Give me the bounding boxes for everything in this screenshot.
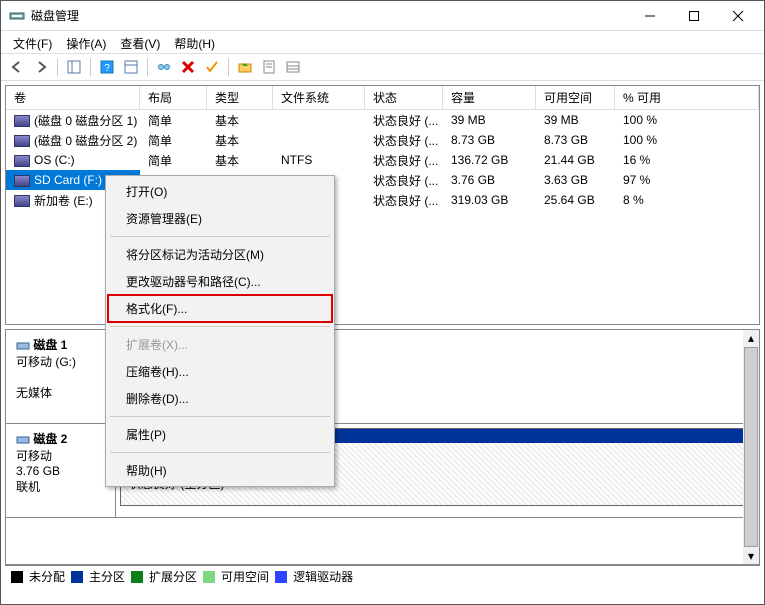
menu-file[interactable]: 文件(F) — [7, 33, 58, 51]
app-icon — [9, 8, 25, 24]
context-menu: 打开(O)资源管理器(E) 将分区标记为活动分区(M)更改驱动器号和路径(C)..… — [105, 175, 335, 487]
menu-action[interactable]: 操作(A) — [60, 33, 112, 51]
settings-icon[interactable] — [152, 56, 176, 78]
col-fs[interactable]: 文件系统 — [273, 86, 365, 109]
context-menu-item[interactable]: 更改驱动器号和路径(C)... — [108, 268, 332, 295]
menu-help[interactable]: 帮助(H) — [168, 33, 221, 51]
volume-icon — [14, 175, 30, 187]
legend-label: 可用空间 — [221, 568, 269, 585]
col-status[interactable]: 状态 — [365, 86, 443, 109]
context-menu-item[interactable]: 打开(O) — [108, 178, 332, 205]
legend-label: 逻辑驱动器 — [293, 568, 353, 585]
check-icon[interactable] — [200, 56, 224, 78]
delete-icon[interactable] — [176, 56, 200, 78]
window-title: 磁盘管理 — [31, 7, 628, 24]
legend-swatch — [275, 571, 287, 583]
scroll-up-icon[interactable]: ▴ — [743, 330, 759, 346]
list-icon[interactable] — [281, 56, 305, 78]
context-menu-item[interactable]: 帮助(H) — [108, 457, 332, 484]
volume-icon — [14, 155, 30, 167]
legend-swatch — [203, 571, 215, 583]
context-menu-item[interactable]: 删除卷(D)... — [108, 385, 332, 412]
disk-info: 磁盘 1可移动 (G:)无媒体 — [6, 330, 116, 423]
col-pct[interactable]: % 可用 — [615, 86, 759, 109]
back-icon[interactable] — [5, 56, 29, 78]
menu-bar: 文件(F) 操作(A) 查看(V) 帮助(H) — [1, 31, 764, 53]
volume-icon — [14, 135, 30, 147]
col-type[interactable]: 类型 — [207, 86, 273, 109]
context-menu-item: 扩展卷(X)... — [108, 331, 332, 358]
legend-swatch — [71, 571, 83, 583]
legend-label: 主分区 — [89, 568, 125, 585]
svg-text:?: ? — [104, 63, 110, 74]
context-menu-item[interactable]: 属性(P) — [108, 421, 332, 448]
table-row[interactable]: (磁盘 0 磁盘分区 2)简单基本状态良好 (...8.73 GB8.73 GB… — [6, 130, 759, 150]
legend-swatch — [131, 571, 143, 583]
scroll-thumb[interactable] — [744, 347, 758, 547]
legend-label: 未分配 — [29, 568, 65, 585]
context-menu-item[interactable]: 将分区标记为活动分区(M) — [108, 241, 332, 268]
menu-view[interactable]: 查看(V) — [114, 33, 166, 51]
title-bar: 磁盘管理 — [1, 1, 764, 31]
forward-icon[interactable] — [29, 56, 53, 78]
minimize-button[interactable] — [628, 2, 672, 30]
scroll-down-icon[interactable]: ▾ — [743, 548, 759, 564]
col-free[interactable]: 可用空间 — [536, 86, 615, 109]
volume-icon — [14, 195, 30, 207]
maximize-button[interactable] — [672, 2, 716, 30]
col-layout[interactable]: 布局 — [140, 86, 207, 109]
scrollbar[interactable]: ▴ ▾ — [743, 330, 759, 564]
col-volume[interactable]: 卷 — [6, 86, 140, 109]
table-row[interactable]: OS (C:)简单基本NTFS状态良好 (...136.72 GB21.44 G… — [6, 150, 759, 170]
toolbar: ? — [1, 53, 764, 81]
grid-header: 卷 布局 类型 文件系统 状态 容量 可用空间 % 可用 — [6, 86, 759, 110]
col-cap[interactable]: 容量 — [443, 86, 536, 109]
show-hide-tree-icon[interactable] — [62, 56, 86, 78]
properties-icon[interactable] — [257, 56, 281, 78]
volume-icon — [14, 115, 30, 127]
context-menu-item[interactable]: 资源管理器(E) — [108, 205, 332, 232]
close-button[interactable] — [716, 2, 760, 30]
legend: 未分配 主分区 扩展分区 可用空间 逻辑驱动器 — [5, 565, 760, 587]
table-row[interactable]: (磁盘 0 磁盘分区 1)简单基本状态良好 (...39 MB39 MB100 … — [6, 110, 759, 130]
folder-up-icon[interactable] — [233, 56, 257, 78]
disk-info: 磁盘 2可移动3.76 GB联机 — [6, 424, 116, 517]
context-menu-item[interactable]: 格式化(F)... — [108, 295, 332, 322]
legend-swatch — [11, 571, 23, 583]
refresh-icon[interactable] — [119, 56, 143, 78]
legend-label: 扩展分区 — [149, 568, 197, 585]
context-menu-item[interactable]: 压缩卷(H)... — [108, 358, 332, 385]
help-icon[interactable]: ? — [95, 56, 119, 78]
